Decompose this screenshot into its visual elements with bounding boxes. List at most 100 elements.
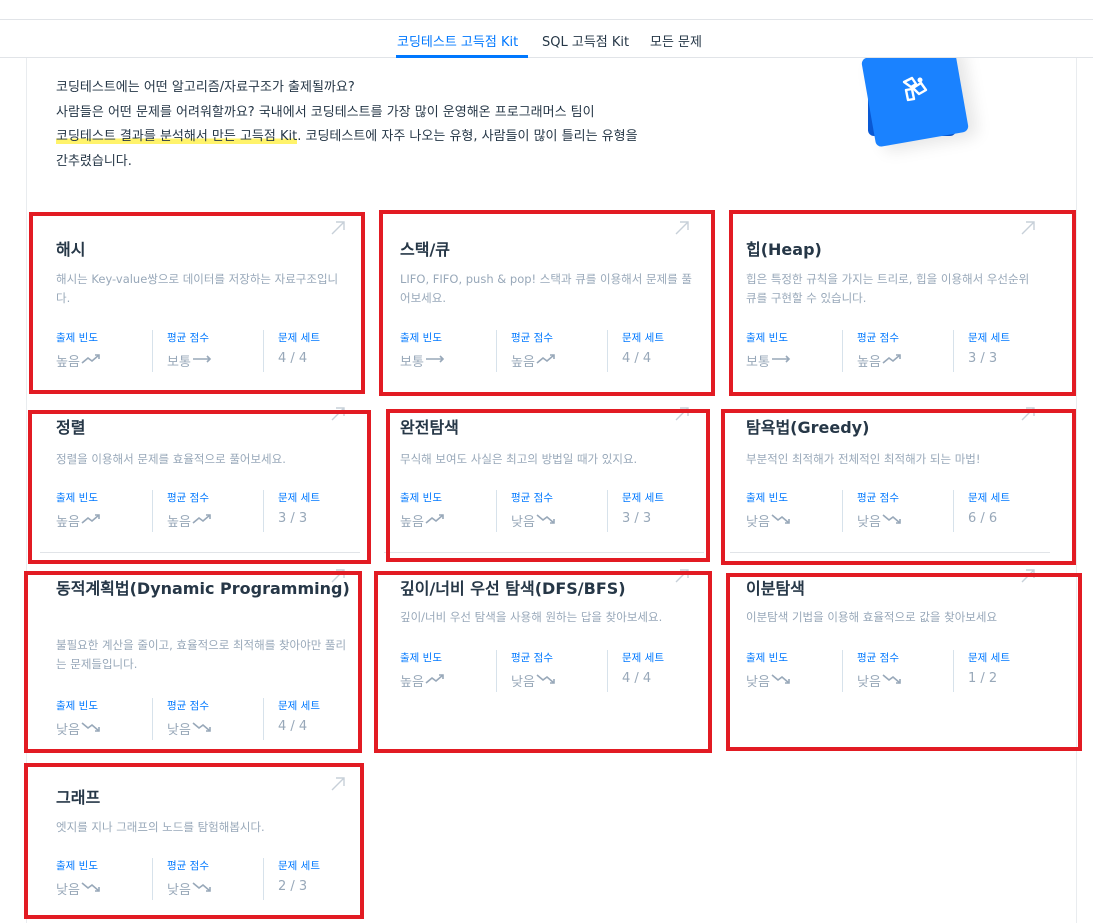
- stat-label: 문제 세트: [278, 700, 320, 712]
- kit-tabs: 코딩테스트 고득점 Kit SQL 고득점 Kit 모든 문제: [0, 20, 1093, 58]
- stat-value: 3 / 3: [968, 351, 998, 366]
- stat-label: 평균 점수: [167, 492, 209, 504]
- stat-frequency: 출제 빈도높음: [56, 490, 101, 532]
- card-description: 해시는 Key-value쌍으로 데이터를 저장하는 자료구조입니다.: [56, 272, 339, 305]
- stat-problem-set: 문제 세트 4 / 4: [607, 650, 664, 692]
- card-stats: 출제 빈도 보통 평균 점수높음 문제 세트 4 / 4: [400, 330, 690, 372]
- card-title: 힙(Heap): [746, 240, 822, 259]
- open-arrow-icon: [1021, 569, 1035, 583]
- trend-up-icon: [192, 513, 212, 529]
- stat-value: 높음: [167, 515, 191, 530]
- stat-label: 평균 점수: [167, 700, 209, 712]
- trend-down-icon: [192, 721, 212, 737]
- stat-frequency: 출제 빈도 보통: [400, 330, 445, 372]
- stat-label: 평균 점수: [857, 492, 899, 504]
- intro-line-1: 코딩테스트에는 어떤 알고리즘/자료구조가 출제될까요?: [56, 80, 355, 95]
- stat-value: 높음: [400, 515, 424, 530]
- stat-value: 높음: [56, 355, 80, 370]
- stat-value: 높음: [56, 515, 80, 530]
- kit-card[interactable]: 해시 해시는 Key-value쌍으로 데이터를 저장하는 자료구조입니다. 출제 …: [28, 214, 348, 378]
- stat-label: 평균 점수: [511, 492, 553, 504]
- stat-frequency: 출제 빈도 낮음: [56, 698, 101, 740]
- kit-card[interactable]: 깊이/너비 우선 탐색(DFS/BFS) 깊이/너비 우선 탐색을 사용해 원하는…: [372, 562, 692, 698]
- stat-label: 문제 세트: [622, 332, 664, 344]
- stat-label: 출제 빈도: [746, 652, 788, 664]
- stat-value: 6 / 6: [968, 511, 998, 526]
- intro-highlight: 코딩테스트 결과를 분석해서 만든 고득점 Kit: [56, 129, 298, 144]
- card-description: 깊이/너비 우선 탐색을 사용해 원하는 답을 찾아보세요.: [400, 610, 663, 624]
- kit-card[interactable]: 이분탐색 이분탐색 기법을 이용해 효율적으로 값을 찾아보세요 출제 빈도 낮음 평균…: [718, 562, 1038, 698]
- trend-flat-icon: [192, 353, 212, 369]
- open-arrow-icon: [331, 221, 345, 235]
- stat-label: 출제 빈도: [56, 492, 98, 504]
- tab-sql-kit[interactable]: SQL 고득점 Kit: [542, 31, 629, 50]
- trend-down-icon: [81, 881, 101, 897]
- trend-up-icon: [81, 513, 101, 529]
- tab-all-problems[interactable]: 모든 문제: [650, 31, 702, 50]
- stat-problem-set: 문제 세트 4 / 4: [263, 330, 320, 372]
- trend-up-icon: [425, 513, 445, 529]
- stat-problem-set: 문제 세트 1 / 2: [953, 650, 1010, 692]
- card-title: 동적계획법(Dynamic Programming): [56, 579, 350, 598]
- card-title: 탐욕법(Greedy): [746, 418, 870, 437]
- open-arrow-icon: [331, 407, 345, 421]
- card-stats: 출제 빈도 낮음 평균 점수 낮음 문제 세트 6 / 6: [746, 490, 1036, 532]
- stat-value: 높음: [400, 675, 424, 690]
- stat-value: 높음: [511, 355, 535, 370]
- trend-up-icon: [425, 673, 445, 689]
- trend-down-icon: [882, 673, 902, 689]
- open-arrow-icon: [675, 221, 689, 235]
- card-divider: [730, 552, 1050, 553]
- stat-problem-set: 문제 세트 3 / 3: [263, 490, 320, 532]
- stat-value: 낮음: [857, 675, 881, 690]
- kit-card[interactable]: 그래프 엣지를 지나 그래프의 노드를 탐험해봅시다. 출제 빈도 낮음 평균 점수 낮음…: [28, 770, 348, 906]
- intro-line-4: 간추렸습니다.: [56, 153, 132, 169]
- trend-up-icon: [882, 353, 902, 369]
- stat-label: 평균 점수: [511, 332, 553, 344]
- active-tab-indicator: [396, 55, 528, 58]
- stat-value: 보통: [400, 355, 424, 370]
- trend-down-icon: [536, 513, 556, 529]
- stat-frequency: 출제 빈도 높음: [400, 490, 445, 532]
- stat-value: 낮음: [511, 515, 535, 530]
- card-stats: 출제 빈도 높음 평균 점수 낮음 문제 세트 3 / 3: [400, 490, 690, 532]
- stat-score: 평균 점수 낮음: [842, 490, 902, 532]
- card-stats: 출제 빈도낮음 평균 점수 낮음 문제 세트 1 / 2: [746, 650, 1036, 692]
- stat-label: 문제 세트: [278, 492, 320, 504]
- open-arrow-icon: [331, 777, 345, 791]
- kit-card[interactable]: 스택/큐 LIFO, FIFO, push & pop! 스택과 큐를 이용해서 …: [372, 214, 692, 378]
- card-divider: [384, 552, 704, 553]
- kit-card[interactable]: 완전탐색 무식해 보여도 사실은 최고의 방법일 때가 있지요. 출제 빈도 높음 평균…: [372, 400, 704, 553]
- stat-label: 문제 세트: [968, 492, 1010, 504]
- card-divider: [40, 552, 360, 553]
- trend-down-icon: [192, 881, 212, 897]
- content-frame-right: [1076, 58, 1077, 923]
- stat-value: 보통: [167, 355, 191, 370]
- card-description: 이분탐색 기법을 이용해 효율적으로 값을 찾아보세요: [746, 610, 998, 624]
- stat-score: 평균 점수 낮음: [842, 650, 902, 692]
- stat-value: 3 / 3: [622, 511, 652, 526]
- card-title: 정렬: [56, 418, 86, 437]
- open-arrow-icon: [675, 407, 689, 421]
- kit-card[interactable]: 동적계획법(Dynamic Programming) 불필요한 계산을 줄이고, …: [28, 562, 350, 746]
- stat-problem-set: 문제 세트 4 / 4: [263, 698, 320, 740]
- stat-label: 출제 빈도: [400, 652, 442, 664]
- stat-label: 문제 세트: [968, 332, 1010, 344]
- stat-score: 평균 점수높음: [496, 330, 556, 372]
- card-description: LIFO, FIFO, push & pop! 스택과 큐를 이용해서 문제를 …: [400, 272, 692, 305]
- trend-down-icon: [882, 513, 902, 529]
- stat-label: 문제 세트: [622, 652, 664, 664]
- stat-value: 4 / 4: [278, 719, 308, 734]
- stat-value: 1 / 2: [968, 671, 998, 686]
- kit-card[interactable]: 탐욕법(Greedy) 부분적인 최적해가 전체적인 최적해가 되는 마법! 출제 …: [718, 400, 1050, 553]
- top-bar: [0, 0, 1093, 20]
- tab-coding-test-kit[interactable]: 코딩테스트 고득점 Kit: [397, 31, 518, 50]
- card-stats: 출제 빈도 높음 평균 점수 보통 문제 세트 4 / 4: [56, 330, 346, 372]
- kit-card[interactable]: 힙(Heap) 힙은 특정한 규칙을 가지는 트리로, 힙을 이용해서 우선순위 …: [718, 214, 1038, 378]
- stat-frequency: 출제 빈도 보통: [746, 330, 791, 372]
- trend-down-icon: [771, 513, 791, 529]
- kit-card[interactable]: 정렬 정렬을 이용해서 문제를 효율적으로 풀어보세요. 출제 빈도 높음 평균 점수 높…: [28, 400, 360, 553]
- trend-down-icon: [536, 673, 556, 689]
- stat-problem-set: 문제 세트 4 / 4: [607, 330, 664, 372]
- stat-score: 평균 점수 보통: [152, 330, 212, 372]
